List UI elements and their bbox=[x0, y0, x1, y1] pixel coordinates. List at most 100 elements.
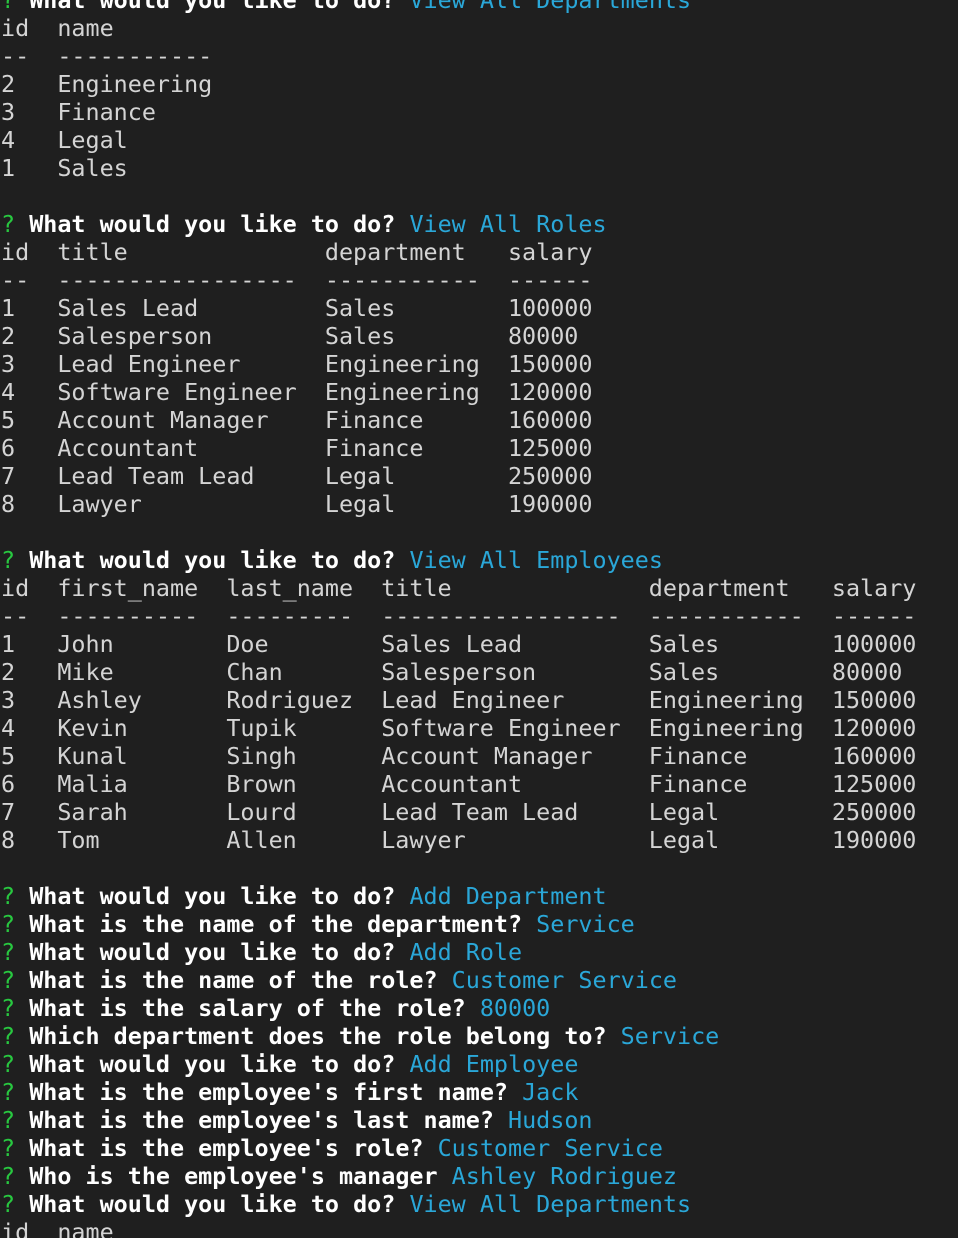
output-text: 5 Account Manager Finance 160000 bbox=[1, 406, 593, 434]
prompt-answer: View All Roles bbox=[409, 210, 607, 238]
prompt-line: ? What is the employee's role? Customer … bbox=[1, 1134, 916, 1162]
question-mark-icon: ? bbox=[1, 1162, 16, 1190]
question-mark-icon: ? bbox=[1, 1190, 16, 1218]
question-mark-icon: ? bbox=[1, 966, 16, 994]
output-text: 7 Sarah Lourd Lead Team Lead Legal 25000… bbox=[1, 798, 917, 826]
prompt-question: Who is the employee's manager bbox=[29, 1162, 438, 1190]
output-line: 6 Accountant Finance 125000 bbox=[1, 434, 916, 462]
output-text: 7 Lead Team Lead Legal 250000 bbox=[1, 462, 593, 490]
prompt-line: ? What is the salary of the role? 80000 bbox=[1, 994, 916, 1022]
prompt-answer: Service bbox=[536, 910, 635, 938]
prompt-line: ? What would you like to do? View All Ro… bbox=[1, 210, 916, 238]
output-line: 7 Sarah Lourd Lead Team Lead Legal 25000… bbox=[1, 798, 916, 826]
terminal-window[interactable]: ? What would you like to do? View All De… bbox=[0, 0, 958, 1238]
output-line: id title department salary bbox=[1, 238, 916, 266]
question-mark-icon: ? bbox=[1, 0, 16, 14]
prompt-question: What is the employee's role? bbox=[29, 1134, 424, 1162]
prompt-answer: 80000 bbox=[479, 994, 551, 1022]
question-mark-icon: ? bbox=[1, 882, 16, 910]
output-line: 3 Finance bbox=[1, 98, 916, 126]
prompt-line: ? What is the employee's first name? Jac… bbox=[1, 1078, 916, 1106]
output-line: 2 Engineering bbox=[1, 70, 916, 98]
output-line: 8 Tom Allen Lawyer Legal 190000 bbox=[1, 826, 916, 854]
prompt-question: What is the employee's last name? bbox=[29, 1106, 494, 1134]
output-text: 4 Legal bbox=[1, 126, 128, 154]
output-text: id first_name last_name title department… bbox=[1, 574, 917, 602]
prompt-line: ? What is the name of the department? Se… bbox=[1, 910, 916, 938]
question-mark-icon: ? bbox=[1, 210, 16, 238]
output-line: 5 Kunal Singh Account Manager Finance 16… bbox=[1, 742, 916, 770]
prompt-answer: View All Departments bbox=[409, 1190, 692, 1218]
output-line: id first_name last_name title department… bbox=[1, 574, 916, 602]
output-line: 6 Malia Brown Accountant Finance 125000 bbox=[1, 770, 916, 798]
output-text: 6 Accountant Finance 125000 bbox=[1, 434, 593, 462]
output-line: 2 Mike Chan Salesperson Sales 80000 bbox=[1, 658, 916, 686]
output-line: 1 Sales Lead Sales 100000 bbox=[1, 294, 916, 322]
output-text: id name bbox=[1, 14, 114, 42]
prompt-answer: Jack bbox=[522, 1078, 579, 1106]
output-text: 2 Engineering bbox=[1, 70, 213, 98]
prompt-line: ? Who is the employee's manager Ashley R… bbox=[1, 1162, 916, 1190]
output-line: 5 Account Manager Finance 160000 bbox=[1, 406, 916, 434]
question-mark-icon: ? bbox=[1, 1078, 16, 1106]
question-mark-icon: ? bbox=[1, 546, 16, 574]
output-text: 3 Finance bbox=[1, 98, 156, 126]
prompt-line: ? What would you like to do? Add Employe… bbox=[1, 1050, 916, 1078]
prompt-question: What would you like to do? bbox=[29, 1190, 396, 1218]
output-line: 1 Sales bbox=[1, 154, 916, 182]
prompt-line: ? What would you like to do? View All De… bbox=[1, 1190, 916, 1218]
prompt-answer: View All Departments bbox=[409, 0, 692, 14]
output-line: id name bbox=[1, 14, 916, 42]
prompt-answer: Service bbox=[620, 1022, 720, 1050]
question-mark-icon: ? bbox=[1, 910, 16, 938]
question-mark-icon: ? bbox=[1, 1022, 16, 1050]
output-line: 8 Lawyer Legal 190000 bbox=[1, 490, 916, 518]
prompt-question: What would you like to do? bbox=[29, 882, 396, 910]
output-line: 3 Lead Engineer Engineering 150000 bbox=[1, 350, 916, 378]
prompt-answer: Customer Service bbox=[437, 1134, 663, 1162]
prompt-answer: Add Role bbox=[409, 938, 523, 966]
prompt-line: ? What would you like to do? Add Role bbox=[1, 938, 916, 966]
output-line: -- ----------------- ----------- ------ bbox=[1, 266, 916, 294]
prompt-question: Which department does the role belong to… bbox=[29, 1022, 607, 1050]
output-line: -- ----------- bbox=[1, 42, 916, 70]
output-line: 2 Salesperson Sales 80000 bbox=[1, 322, 916, 350]
output-line: 4 Kevin Tupik Software Engineer Engineer… bbox=[1, 714, 916, 742]
output-text: id name bbox=[1, 1218, 114, 1238]
prompt-line: ? What would you like to do? Add Departm… bbox=[1, 882, 916, 910]
prompt-question: What would you like to do? bbox=[29, 938, 396, 966]
prompt-answer: Add Employee bbox=[409, 1050, 579, 1078]
prompt-answer: View All Employees bbox=[409, 546, 663, 574]
output-text: 8 Tom Allen Lawyer Legal 190000 bbox=[1, 826, 917, 854]
prompt-line: ? Which department does the role belong … bbox=[1, 1022, 916, 1050]
prompt-line: ? What would you like to do? View All Em… bbox=[1, 546, 916, 574]
prompt-question: What would you like to do? bbox=[29, 0, 396, 14]
output-text: 4 Software Engineer Engineering 120000 bbox=[1, 378, 593, 406]
output-line: 4 Software Engineer Engineering 120000 bbox=[1, 378, 916, 406]
prompt-question: What would you like to do? bbox=[29, 210, 396, 238]
prompt-question: What would you like to do? bbox=[29, 1050, 396, 1078]
output-text: 2 Mike Chan Salesperson Sales 80000 bbox=[1, 658, 903, 686]
output-line: 7 Lead Team Lead Legal 250000 bbox=[1, 462, 916, 490]
question-mark-icon: ? bbox=[1, 938, 16, 966]
output-text: 8 Lawyer Legal 190000 bbox=[1, 490, 593, 518]
output-text: 1 Sales bbox=[1, 154, 128, 182]
prompt-line: ? What would you like to do? View All De… bbox=[1, 0, 916, 14]
output-text: 1 John Doe Sales Lead Sales 100000 bbox=[1, 630, 917, 658]
output-text: id title department salary bbox=[1, 238, 593, 266]
prompt-question: What is the name of the role? bbox=[29, 966, 438, 994]
terminal-output: ? What would you like to do? View All De… bbox=[1, 0, 916, 1238]
output-text: -- ---------- --------- ----------------… bbox=[1, 602, 917, 630]
prompt-answer: Add Department bbox=[409, 882, 607, 910]
prompt-line: ? What is the name of the role? Customer… bbox=[1, 966, 916, 994]
prompt-question: What is the name of the department? bbox=[29, 910, 523, 938]
output-text: -- ----------------- ----------- ------ bbox=[1, 266, 593, 294]
output-line: 3 Ashley Rodriguez Lead Engineer Enginee… bbox=[1, 686, 916, 714]
output-text: 3 Lead Engineer Engineering 150000 bbox=[1, 350, 593, 378]
question-mark-icon: ? bbox=[1, 1106, 16, 1134]
prompt-question: What is the employee's first name? bbox=[29, 1078, 508, 1106]
question-mark-icon: ? bbox=[1, 994, 16, 1022]
